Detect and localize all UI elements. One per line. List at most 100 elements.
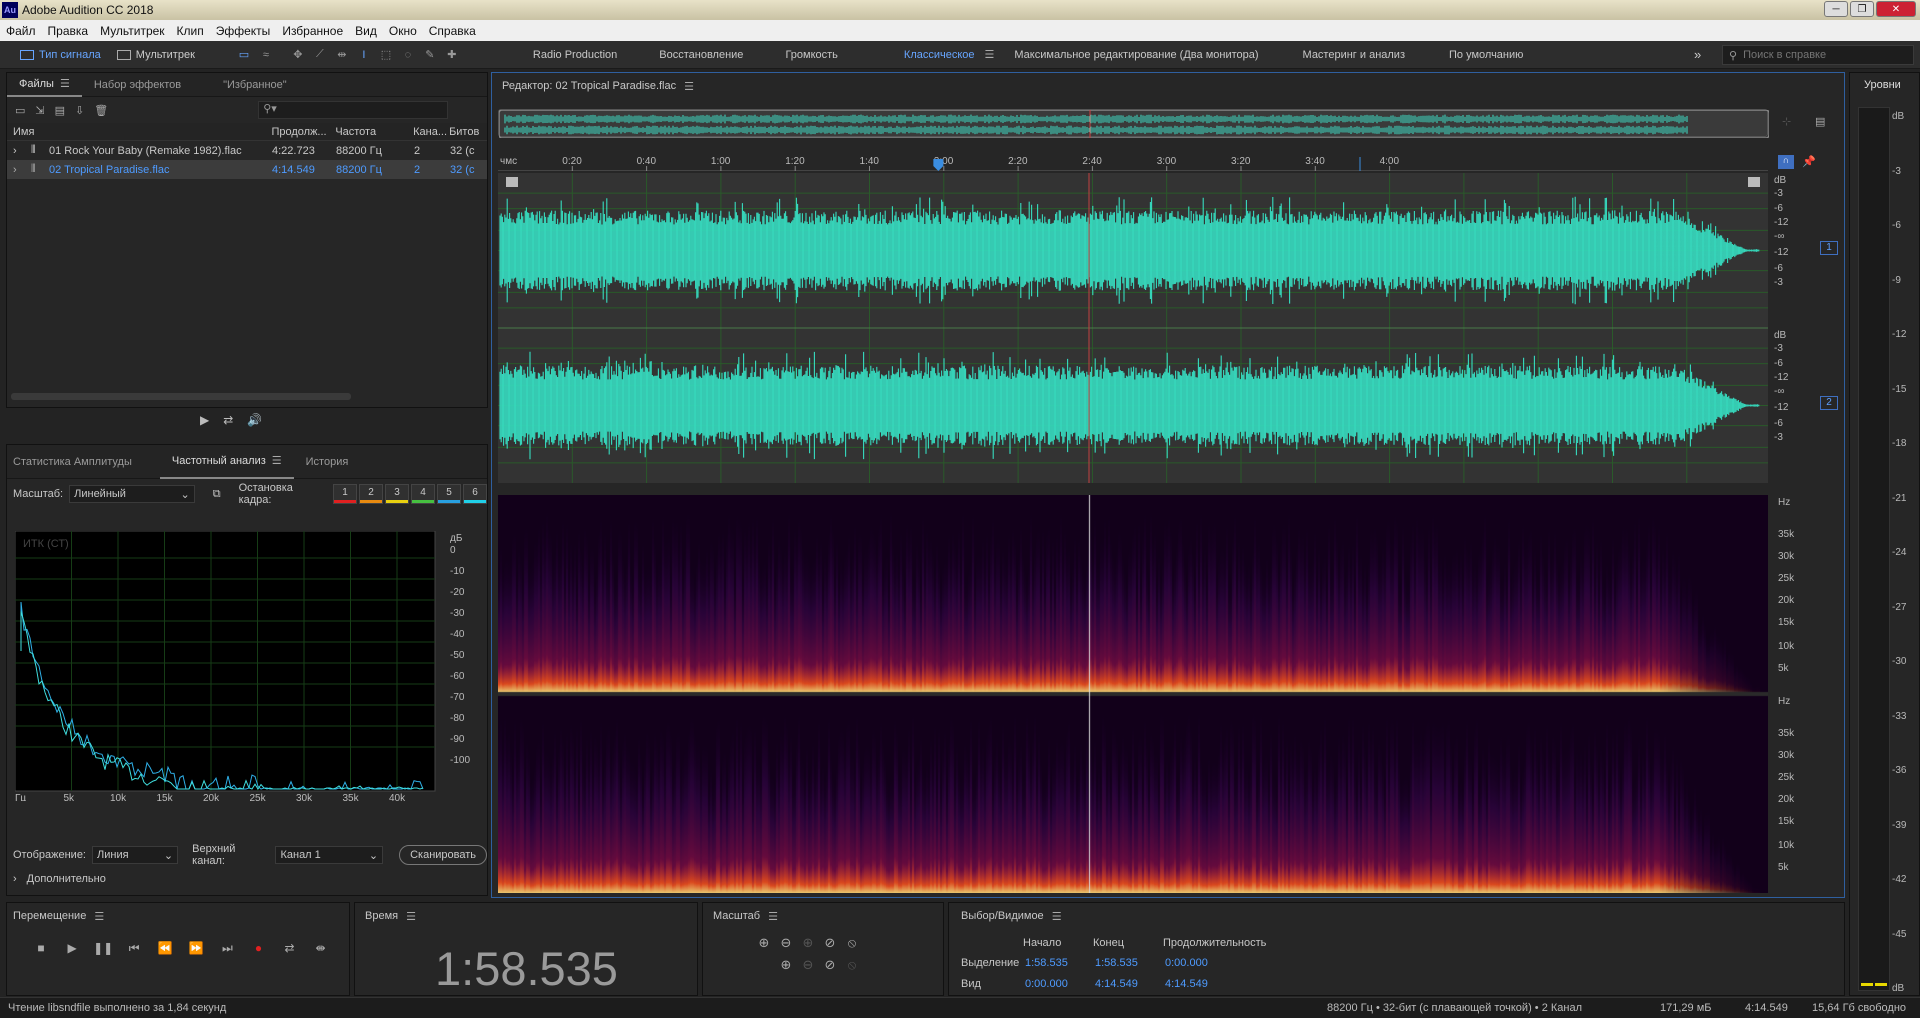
tab-files[interactable]: Файлы ☰	[7, 73, 82, 97]
zoom-out-full-icon[interactable]: ⊘	[819, 955, 841, 975]
loop-icon[interactable]: ⇄	[276, 937, 304, 959]
advanced-toggle[interactable]: › Дополнительно	[13, 873, 106, 885]
menu-effects[interactable]: Эффекты	[210, 24, 277, 38]
view-end-field[interactable]: 4:14.549	[1095, 978, 1165, 990]
col-bits[interactable]: Битов	[449, 126, 487, 138]
view-options-icon[interactable]: ▤	[1815, 115, 1825, 128]
overview-bar[interactable]	[498, 109, 1770, 139]
hud-toggle-icon[interactable]	[506, 177, 518, 187]
menu-file[interactable]: Файл	[0, 24, 42, 38]
help-search[interactable]: ⚲	[1722, 45, 1914, 65]
panel-menu-icon[interactable]: ☰	[1052, 910, 1062, 923]
help-search-input[interactable]	[1743, 49, 1904, 61]
zoom-in-frequency-icon[interactable]: ⊕	[775, 955, 797, 975]
view-duration-field[interactable]: 4:14.549	[1165, 978, 1208, 990]
workspace-default[interactable]: По умолчанию	[1415, 49, 1533, 61]
panel-menu-icon[interactable]: ☰	[684, 80, 694, 93]
freeze-slot-2[interactable]: 2	[359, 484, 383, 504]
col-duration[interactable]: Продолж...	[271, 126, 335, 138]
scale-select[interactable]: Линейный ⌄	[69, 485, 195, 503]
col-rate[interactable]: Частота	[335, 126, 413, 138]
snapshot-icon[interactable]: ⧉	[213, 488, 221, 501]
tab-effects-rack[interactable]: Набор эффектов	[82, 73, 193, 97]
col-channels[interactable]: Кана...	[413, 126, 449, 138]
zoom-out-frequency-icon[interactable]: ⊖	[797, 955, 819, 975]
marker-pin-icon[interactable]: 📌	[1802, 155, 1816, 168]
rewind-icon[interactable]: ⏪	[151, 937, 179, 959]
stop-icon[interactable]: ■	[27, 937, 55, 959]
time-selection-tool-icon[interactable]: I	[353, 45, 375, 65]
insert-multitrack-icon[interactable]: ⇩	[75, 104, 84, 117]
menu-view[interactable]: Вид	[349, 24, 383, 38]
move-tool-icon[interactable]: ✥	[287, 45, 309, 65]
display-select[interactable]: Линия ⌄	[92, 846, 179, 864]
zoom-to-selection-icon[interactable]: ⊘	[819, 933, 841, 953]
channel-select[interactable]: Канал 1 ⌄	[275, 846, 384, 864]
open-file-icon[interactable]: ▭	[15, 104, 25, 117]
tab-favorites[interactable]: "Избранное"	[193, 73, 299, 97]
close-icon[interactable]: ✕	[1876, 1, 1916, 17]
freeze-slot-1[interactable]: 1	[333, 484, 357, 504]
reset-zoom-icon[interactable]: ⦸	[841, 955, 863, 975]
workspace-mastering[interactable]: Мастеринг и анализ	[1269, 49, 1415, 61]
selection-duration-field[interactable]: 0:00.000	[1165, 957, 1208, 969]
waveform-view-button[interactable]: Тип сигнала	[12, 47, 109, 63]
menu-multitrack[interactable]: Мультитрек	[94, 24, 170, 38]
marquee-tool-icon[interactable]: ⬚	[375, 45, 397, 65]
col-name[interactable]: Имя	[7, 126, 271, 138]
scan-button[interactable]: Сканировать	[399, 845, 487, 865]
menu-help[interactable]: Справка	[423, 24, 482, 38]
multitrack-view-button[interactable]: Мультитрек	[109, 47, 203, 63]
table-row[interactable]: › ⫴ 01 Rock Your Baby (Remake 1982).flac…	[7, 141, 487, 160]
channel-enable-button[interactable]: 1	[1820, 241, 1838, 255]
new-file-icon[interactable]: ▤	[55, 104, 65, 117]
workspace-max-edit[interactable]: Максимальное редактирование (Два монитор…	[994, 49, 1268, 61]
workspace-radio-production[interactable]: Radio Production	[523, 49, 627, 61]
hud-resize-icon[interactable]	[1748, 177, 1760, 187]
brush-tool-icon[interactable]: ✎	[419, 45, 441, 65]
slip-tool-icon[interactable]: ⇹	[331, 45, 353, 65]
file-filter-input[interactable]: ⚲▾	[258, 101, 449, 119]
go-to-start-icon[interactable]: ⏮	[120, 938, 148, 960]
headphone-icon[interactable]: ∩	[1778, 155, 1794, 169]
menu-edit[interactable]: Правка	[42, 24, 95, 38]
spectral-display[interactable]	[498, 495, 1768, 893]
freeze-slot-3[interactable]: 3	[385, 484, 409, 504]
tab-amplitude-stats[interactable]: Статистика Амплитуды	[7, 445, 144, 479]
razor-tool-icon[interactable]: ⟋	[309, 45, 331, 65]
tab-history[interactable]: История	[294, 445, 361, 479]
lasso-tool-icon[interactable]: ◌	[397, 45, 419, 65]
play-preview-icon[interactable]: ▶	[200, 413, 209, 427]
skip-selection-icon[interactable]: ⇼	[307, 937, 335, 959]
zoom-out-full-icon[interactable]: ⊹	[1782, 115, 1791, 128]
selection-start-field[interactable]: 1:58.535	[1025, 957, 1095, 969]
menu-window[interactable]: Окно	[383, 24, 423, 38]
go-to-end-icon[interactable]: ⏭	[213, 938, 241, 960]
spectral-display-icon[interactable]: ≈	[255, 45, 277, 65]
expand-icon[interactable]: ›	[7, 145, 21, 157]
table-row[interactable]: › ⫴ 02 Tropical Paradise.flac 4:14.549 8…	[7, 160, 487, 179]
minimize-icon[interactable]: ─	[1824, 1, 1848, 17]
auto-play-icon[interactable]: 🔊	[247, 413, 262, 427]
loop-preview-icon[interactable]: ⇄	[223, 413, 233, 427]
pause-icon[interactable]: ❚❚	[89, 937, 117, 959]
panel-menu-icon[interactable]: ☰	[768, 910, 778, 923]
freeze-slot-4[interactable]: 4	[411, 484, 435, 504]
view-start-field[interactable]: 0:00.000	[1025, 978, 1095, 990]
fast-forward-icon[interactable]: ⏩	[182, 937, 210, 959]
workspace-classic[interactable]: Классическое	[848, 49, 985, 61]
workspace-menu-icon[interactable]: ☰	[985, 48, 995, 61]
zoom-in-time-icon[interactable]: ⊕	[797, 933, 819, 953]
timeline-ruler[interactable]: чмс 0:20 0:40 1:00 1:20 1:40 2:00 2:20 2:40 3:00 3…	[498, 153, 1768, 171]
maximize-icon[interactable]: ❐	[1850, 1, 1874, 17]
more-workspaces-icon[interactable]: »	[1694, 47, 1701, 62]
record-icon[interactable]: ●	[244, 937, 272, 959]
channel-enable-button[interactable]: 2	[1820, 396, 1838, 410]
menu-favorites[interactable]: Избранное	[276, 24, 349, 38]
zoom-out-amplitude-icon[interactable]: ⊖	[775, 933, 797, 953]
freeze-slot-5[interactable]: 5	[437, 484, 461, 504]
panel-menu-icon[interactable]: ☰	[94, 910, 104, 923]
playhead-marker[interactable]	[933, 159, 944, 171]
freeze-slot-6[interactable]: 6	[463, 484, 487, 504]
menu-clip[interactable]: Клип	[171, 24, 210, 38]
